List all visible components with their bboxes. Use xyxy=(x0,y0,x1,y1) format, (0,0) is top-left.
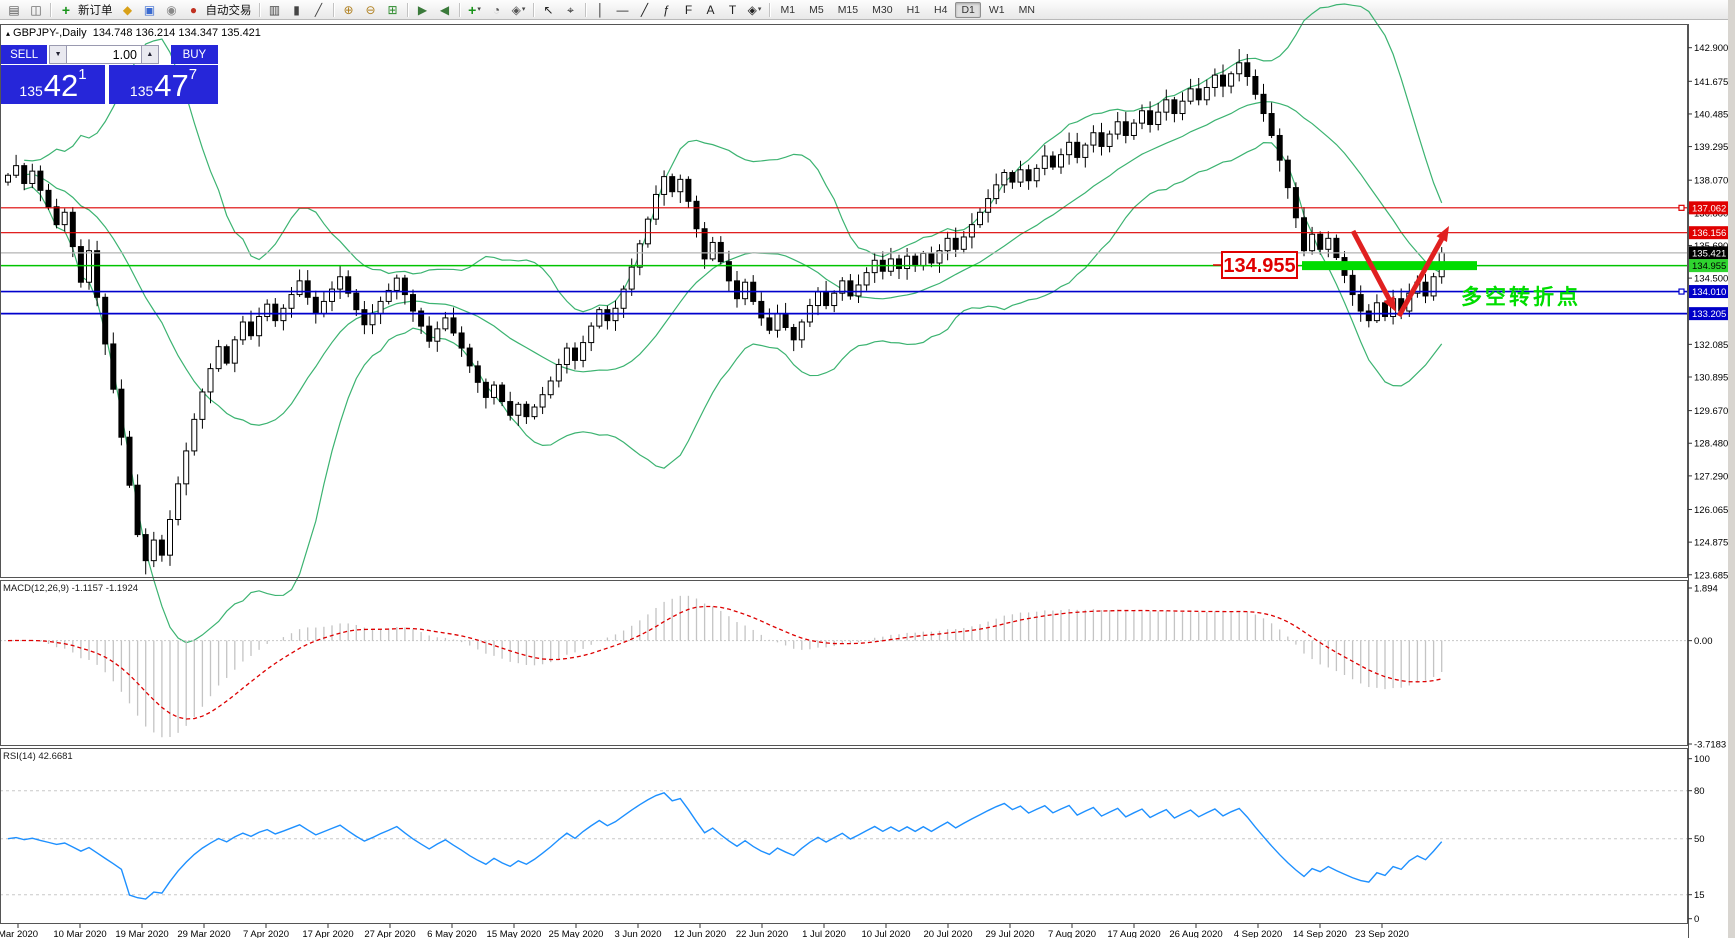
date-label: 22 Jun 2020 xyxy=(736,929,788,938)
pane-borders xyxy=(0,24,1689,938)
svg-text:0.00: 0.00 xyxy=(1694,636,1713,647)
date-label: 6 May 2020 xyxy=(427,929,477,938)
volume-input[interactable] xyxy=(67,45,142,64)
window-edge xyxy=(1728,0,1735,938)
svg-text:130.895: 130.895 xyxy=(1694,372,1728,383)
macd-histogram xyxy=(15,595,1443,738)
svg-text:0: 0 xyxy=(1694,914,1699,925)
date-label: 23 Sep 2020 xyxy=(1355,929,1409,938)
price-axis: 142.900141.675140.485139.295138.070136.8… xyxy=(1688,43,1731,925)
date-label: 15 May 2020 xyxy=(487,929,542,938)
date-label: 1 Jul 2020 xyxy=(802,929,846,938)
macd-signal-line xyxy=(7,605,1442,720)
candlesticks-layer xyxy=(5,49,1445,575)
date-label: 10 Mar 2020 xyxy=(53,929,106,938)
annotation-text: 多空转折点 xyxy=(1461,285,1581,309)
svg-text:142.900: 142.900 xyxy=(1694,43,1728,54)
svg-text:1.894: 1.894 xyxy=(1694,584,1718,595)
svg-text:-3.7183: -3.7183 xyxy=(1694,740,1726,751)
bollinger-lower-band xyxy=(24,142,1443,644)
svg-text:140.485: 140.485 xyxy=(1694,109,1728,120)
symbol-ohlc-line: ▴ GBPJPY-,Daily 134.748 136.214 134.347 1… xyxy=(6,27,261,39)
svg-text:135.421: 135.421 xyxy=(1692,248,1726,259)
svg-text:129.670: 129.670 xyxy=(1694,406,1728,417)
svg-text:136.156: 136.156 xyxy=(1692,228,1726,239)
mt4-window: ▤ ◫ + 新订单 ◆ ▣ ◉ ● 自动交易 ▥ ▮ ╱ ⊕ ⊖ ⊞ ▶ ◀ + ▾ ◔ ◈ ▾ ↖ ⌖ │ — ╱ ƒ F A T ◈ ▾ M1… xyxy=(0,0,1735,938)
svg-text:50: 50 xyxy=(1694,834,1705,845)
one-click-trading-panel: SELL ▼ ▲ BUY 135 42 1 135 47 7 xyxy=(1,45,219,104)
svg-text:15: 15 xyxy=(1694,890,1705,901)
svg-text:128.480: 128.480 xyxy=(1694,439,1728,450)
date-label: 25 May 2020 xyxy=(549,929,604,938)
buy-price-base: 135 xyxy=(129,83,154,99)
sell-price-pip: 1 xyxy=(78,66,87,83)
svg-text:134.010: 134.010 xyxy=(1692,287,1726,298)
chart-canvas[interactable]: 134.955 多空转折点 142.900 141.675 140.485 139.295… xyxy=(0,0,1735,938)
date-label: 12 Jun 2020 xyxy=(674,929,726,938)
buy-button[interactable]: BUY xyxy=(170,45,219,64)
date-label: 7 Aug 2020 xyxy=(1048,929,1096,938)
date-label: 26 Aug 2020 xyxy=(1169,929,1222,938)
support-zone-bar[interactable] xyxy=(1302,261,1477,271)
svg-text:80: 80 xyxy=(1694,786,1705,797)
svg-text:123.685: 123.685 xyxy=(1694,570,1728,581)
date-label: Mar 2020 xyxy=(0,929,38,938)
macd-label: MACD(12,26,9) -1.1157 -1.1924 xyxy=(3,583,139,594)
date-label: 19 Mar 2020 xyxy=(115,929,168,938)
buy-price-main: 47 xyxy=(154,68,189,103)
date-label: 29 Mar 2020 xyxy=(177,929,230,938)
date-label: 10 Jul 2020 xyxy=(861,929,910,938)
date-label: 17 Aug 2020 xyxy=(1107,929,1160,938)
svg-text:139.295: 139.295 xyxy=(1694,142,1728,153)
symbol-name: GBPJPY-,Daily xyxy=(13,27,87,39)
volume-increase-button[interactable]: ▲ xyxy=(141,45,159,64)
svg-text:124.875: 124.875 xyxy=(1694,538,1728,549)
svg-text:100: 100 xyxy=(1694,754,1710,765)
sell-button[interactable]: SELL xyxy=(1,45,48,64)
date-axis: Mar 2020 10 Mar 2020 19 Mar 2020 29 Mar 202… xyxy=(0,924,1409,938)
svg-text:137.062: 137.062 xyxy=(1692,203,1726,214)
date-label: 14 Sep 2020 xyxy=(1293,929,1347,938)
date-label: 17 Apr 2020 xyxy=(302,929,353,938)
svg-text:132.085: 132.085 xyxy=(1694,340,1728,351)
hline-anchor-marker[interactable] xyxy=(1678,288,1685,295)
date-label: 7 Apr 2020 xyxy=(243,929,289,938)
svg-text:141.675: 141.675 xyxy=(1694,77,1728,88)
svg-text:134.955: 134.955 xyxy=(1692,261,1726,272)
svg-text:126.065: 126.065 xyxy=(1694,505,1728,516)
date-label: 29 Jul 2020 xyxy=(985,929,1034,938)
hline-anchor-marker[interactable] xyxy=(1678,204,1685,211)
price-callout-text: 134.955 xyxy=(1223,255,1295,277)
svg-text:138.070: 138.070 xyxy=(1694,176,1728,187)
svg-text:134.500: 134.500 xyxy=(1694,274,1728,285)
buy-price-pip: 7 xyxy=(188,66,198,83)
bollinger-bands xyxy=(24,3,1443,644)
sell-price-main: 42 xyxy=(43,68,79,103)
rsi-line xyxy=(7,792,1443,900)
sell-price[interactable]: 135 42 1 xyxy=(1,65,105,104)
svg-text:127.290: 127.290 xyxy=(1694,471,1728,482)
symbol-marker-icon: ▴ xyxy=(6,29,11,38)
rsi-label: RSI(14) 42.6681 xyxy=(3,751,73,762)
volume-decrease-button[interactable]: ▼ xyxy=(49,45,68,64)
symbol-ohlc-values: 134.748 136.214 134.347 135.421 xyxy=(92,27,261,39)
annotations: 134.955 多空转折点 xyxy=(1213,226,1581,318)
date-label: 3 Jun 2020 xyxy=(614,929,661,938)
date-label: 27 Apr 2020 xyxy=(364,929,415,938)
rsi-pane xyxy=(0,790,1688,900)
sell-price-base: 135 xyxy=(19,83,43,99)
date-label: 20 Jul 2020 xyxy=(923,929,972,938)
date-label: 4 Sep 2020 xyxy=(1234,929,1283,938)
buy-price[interactable]: 135 47 7 xyxy=(109,65,218,104)
svg-text:133.205: 133.205 xyxy=(1692,309,1726,320)
